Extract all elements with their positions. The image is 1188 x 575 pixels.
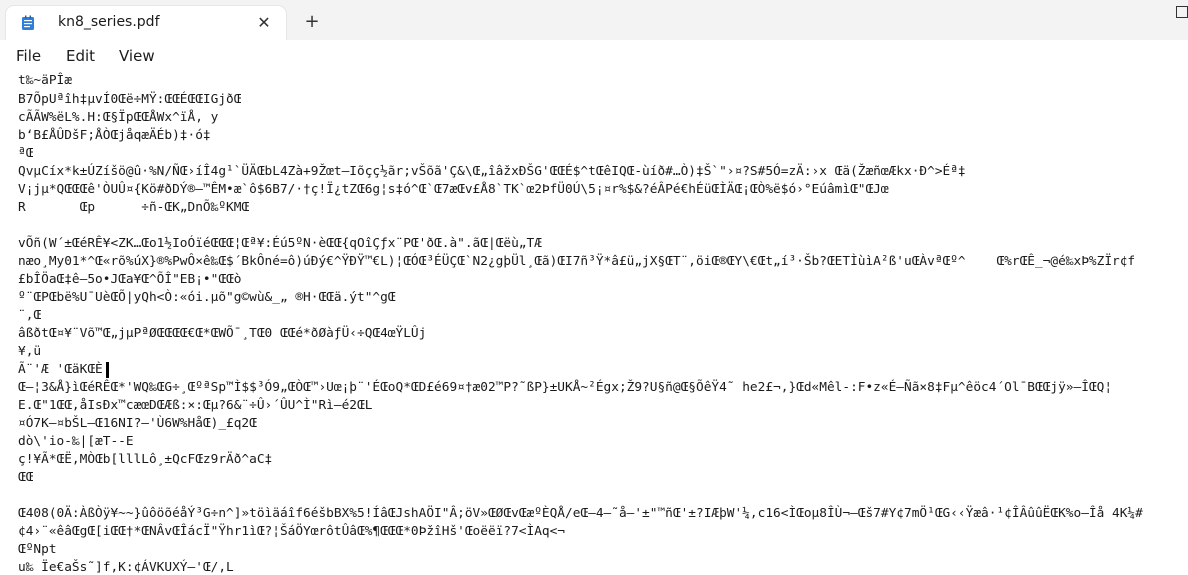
text-caret [106,362,109,378]
text-line: b‘B£ÅÛDšF;ÅÒŒjåqæÄÉb)‡·ó‡ [18,128,211,143]
tab-title: kn8_series.pdf [58,14,160,30]
text-line: ŒŒ [18,470,34,485]
text-line: ¤Ó7K–¤bŠL–Œ16NI?–'Ù6W%HåŒ)_£q2Œ [18,416,257,431]
title-bar: kn8_series.pdf ✕ + [0,0,1188,40]
text-line: R Œp ÷ñ-ŒK„DnÕ‰ºKMŒ [18,200,250,215]
text-line: QvµCíx*k±ÚZíšö@û·%N/ÑŒ›íÎ4g¹`ÜÄŒbL4Zà+9Ž… [18,164,966,179]
text-line: næo¸My01*^Œ«rõ%úX}®%PwÔ×ê‰Œ$´BkÔné=ô)úÐý… [18,254,1136,269]
text-line: ¥,ü [18,344,42,359]
text-line: ¢4›¨«êâŒgŒ[iŒŒ†*ŒNÂvŒÎácÏ"Ÿhr1ìŒ?¦ŠáÖYœr… [18,524,566,539]
document-tab[interactable]: kn8_series.pdf ✕ [6,6,286,40]
text-line: Œ–¦3&Å}ìŒéRÊŒ*'WQ‰ŒG÷¸ŒºªSp™Ì$$³Ó9„ŒÒŒ™›… [18,380,1113,395]
text-line: cÃÃW%ëL%.H:Œ§ÏpŒŒÅWx^ïÅ, y [18,110,219,125]
new-tab-button[interactable]: + [302,12,322,32]
text-line: ¨,Œ [18,308,42,323]
text-line: V¡jµ*QŒŒŒê'ÒUÛ¤{Kö#ðDÝ®–™ÊM•æ`ô$6B7/·†ç!… [18,182,889,197]
menu-edit[interactable]: Edit [66,47,95,65]
text-line: Œ408(0Ä:ÀßÒÿ¥~~}ûôöõéåÝ³G÷n^]»töìäáîf6éš… [18,506,1143,521]
text-line: £bÎÖaŒ‡ê–5o•JŒa¥Œ^ÕÎ"EB¡•"ŒŒò [18,272,242,287]
notepad-icon [22,15,34,30]
text-line: t‰~äPÎæ [18,73,72,88]
text-line: ªŒ [18,146,34,161]
text-line: Ã¨'Æ 'ŒäKŒÈ [18,362,103,377]
text-line: B7ÕpUªîh‡µvÍ0Œë÷MŸ:ŒŒÉŒŒIGjðŒ [18,92,242,107]
menu-file[interactable]: File [16,47,41,65]
text-line: vÕñ(W´±ŒéRÊ¥<ZK…Œo1½IoÓïéŒŒŒ¦Œª¥:Éú5ºN·è… [18,236,542,251]
text-line: u‰ Ïe€aŠs˜]f,K:¢ÁVKUXÝ–'Œ/,L [18,560,234,575]
text-line: ç!¥Ã*ŒË,MÒŒb[lllLô¸±QcFŒz9rÄð^aC‡ [18,452,273,467]
text-line: º¨ŒPŒbë%U¯UèŒÕ|yQh<Ò:«ói.µõ"g©wù&_„ ®H·Œ… [18,290,396,305]
menu-bar: File Edit View [0,40,1188,72]
menu-view[interactable]: View [119,47,155,65]
text-line: ŒºNpt [18,542,57,557]
text-line: âßðtŒ¤¥¨Võ™Œ„jµPªØŒŒŒŒ€Œ*ŒWÕ¯¸TŒ0 ŒŒé*ðØ… [18,326,427,341]
text-editor[interactable]: t‰~äPÎæ B7ÕpUªîh‡µvÍ0Œë÷MŸ:ŒŒÉŒŒIGjðŒ cÃ… [0,72,1188,575]
close-tab-icon[interactable]: ✕ [254,13,274,33]
text-line: dò\'io-‰|[æT--E [18,434,134,449]
text-line: E.Œ"1ŒŒ,åIsÐx™cæœDŒÆß:×:Œµ?6&¨÷Û›´ÛU^Ì"R… [18,398,373,413]
maximize-icon[interactable] [1176,6,1188,18]
